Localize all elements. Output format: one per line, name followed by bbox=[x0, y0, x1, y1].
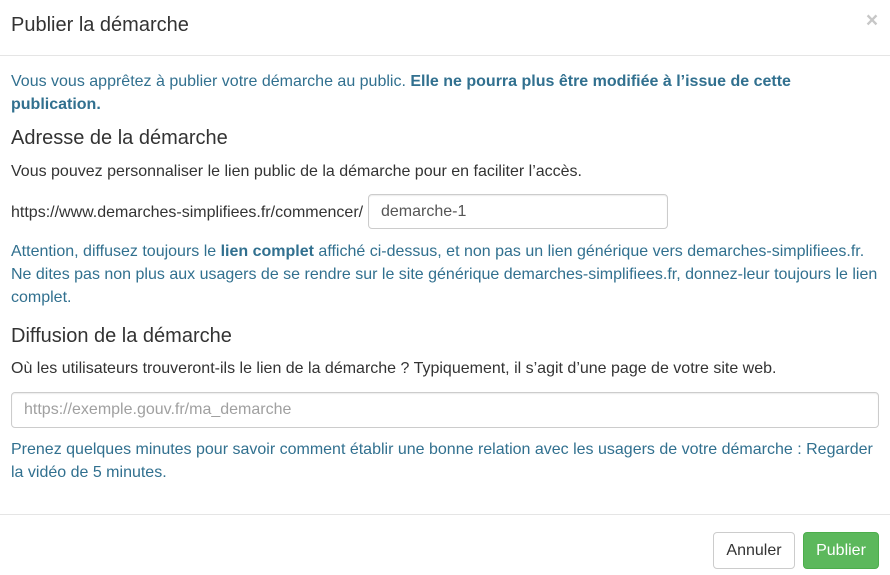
link-warning: Attention, diffusez toujours le lien com… bbox=[11, 240, 883, 309]
publish-info-message: Vous vous apprêtez à publier votre démar… bbox=[11, 70, 871, 116]
close-icon[interactable]: × bbox=[862, 10, 882, 32]
warning-strong: lien complet bbox=[220, 243, 314, 260]
cancel-button[interactable]: Annuler bbox=[713, 532, 795, 569]
modal-footer: Annuler Publier bbox=[0, 514, 890, 575]
diffusion-heading: Diffusion de la démarche bbox=[11, 325, 232, 347]
tip-text: Prenez quelques minutes pour savoir comm… bbox=[11, 441, 807, 458]
path-input[interactable] bbox=[368, 194, 668, 229]
address-description: Vous pouvez personnaliser le lien public… bbox=[11, 163, 582, 180]
relationship-tip: Prenez quelques minutes pour savoir comm… bbox=[11, 438, 883, 484]
publish-button[interactable]: Publier bbox=[803, 532, 879, 569]
address-heading: Adresse de la démarche bbox=[11, 127, 228, 149]
warning-text-1: Attention, diffusez toujours le bbox=[11, 243, 221, 260]
modal-title: Publier la démarche bbox=[11, 14, 189, 36]
diffusion-description: Où les utilisateurs trouveront-ils le li… bbox=[11, 360, 777, 377]
url-prefix: https://www.demarches-simplifiees.fr/com… bbox=[11, 204, 364, 221]
modal-header: Publier la démarche × bbox=[0, 0, 890, 56]
info-text: Vous vous apprêtez à publier votre démar… bbox=[11, 73, 411, 90]
diffusion-url-input[interactable] bbox=[11, 392, 879, 428]
publish-modal: Publier la démarche × Vous vous apprêtez… bbox=[0, 0, 890, 574]
